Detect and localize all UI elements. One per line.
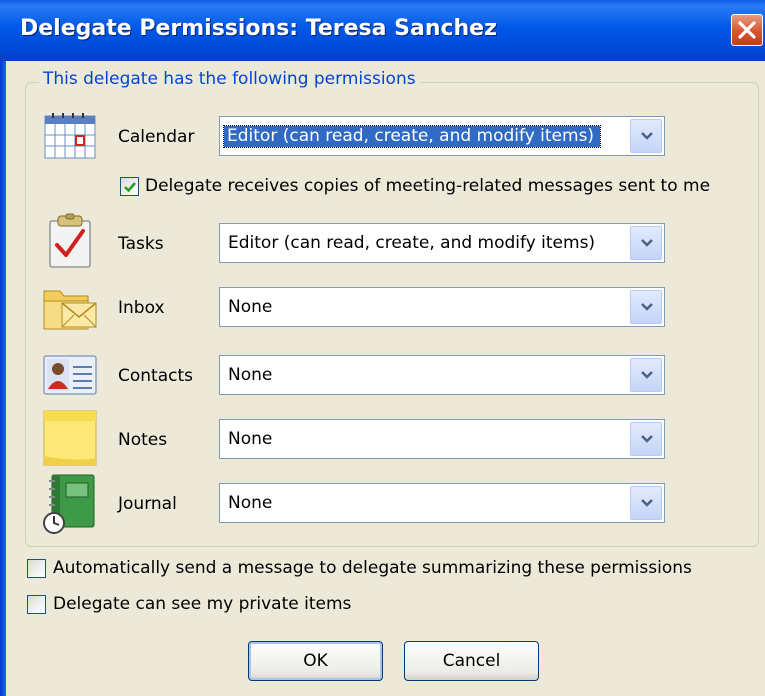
notes-dropdown-button[interactable] xyxy=(630,422,662,456)
private-items-checkbox[interactable] xyxy=(27,595,46,614)
chevron-down-icon xyxy=(641,239,653,247)
inbox-permission-select[interactable]: None xyxy=(219,287,665,327)
calendar-icon xyxy=(44,113,96,159)
meeting-copies-checkbox[interactable] xyxy=(120,177,139,196)
tasks-label: Tasks xyxy=(118,234,164,254)
inbox-dropdown-button[interactable] xyxy=(630,290,662,324)
contacts-icon xyxy=(43,355,97,395)
journal-permission-select[interactable]: None xyxy=(219,483,665,523)
inbox-permission-value: None xyxy=(228,297,273,317)
chevron-down-icon xyxy=(641,499,653,507)
chevron-down-icon xyxy=(641,435,653,443)
title-bar[interactable]: Delegate Permissions: Teresa Sanchez xyxy=(0,0,765,61)
close-icon xyxy=(738,21,756,39)
inbox-label: Inbox xyxy=(118,298,165,318)
journal-dropdown-button[interactable] xyxy=(630,486,662,520)
contacts-permission-value: None xyxy=(228,365,273,385)
contacts-label: Contacts xyxy=(118,366,193,386)
calendar-permission-select[interactable]: Editor (can read, create, and modify ite… xyxy=(219,116,665,156)
permissions-group-label: This delegate has the following permissi… xyxy=(39,69,420,89)
journal-label: Journal xyxy=(118,494,177,514)
calendar-label: Calendar xyxy=(118,127,195,147)
tasks-dropdown-button[interactable] xyxy=(630,226,662,260)
calendar-dropdown-button[interactable] xyxy=(630,119,662,153)
cancel-button[interactable]: Cancel xyxy=(404,641,539,681)
tasks-permission-select[interactable]: Editor (can read, create, and modify ite… xyxy=(219,223,665,263)
checkmark-icon xyxy=(124,182,136,193)
inbox-icon xyxy=(43,290,97,330)
auto-summary-label[interactable]: Automatically send a message to delegate… xyxy=(53,558,692,578)
notes-icon xyxy=(43,410,97,466)
journal-permission-value: None xyxy=(228,493,273,513)
meeting-copies-label[interactable]: Delegate receives copies of meeting-rela… xyxy=(145,176,710,196)
contacts-permission-select[interactable]: None xyxy=(219,355,665,395)
notes-permission-value: None xyxy=(228,429,273,449)
tasks-icon xyxy=(49,213,91,268)
chevron-down-icon xyxy=(641,371,653,379)
close-button[interactable] xyxy=(731,14,763,46)
notes-permission-select[interactable]: None xyxy=(219,419,665,459)
window-title: Delegate Permissions: Teresa Sanchez xyxy=(20,16,497,41)
window-frame-left xyxy=(0,61,6,696)
tasks-permission-value: Editor (can read, create, and modify ite… xyxy=(228,233,596,253)
private-items-label[interactable]: Delegate can see my private items xyxy=(53,594,351,614)
journal-icon xyxy=(43,474,95,534)
auto-summary-checkbox[interactable] xyxy=(27,559,46,578)
ok-button[interactable]: OK xyxy=(248,641,383,681)
delegate-permissions-dialog: Delegate Permissions: Teresa Sanchez Thi… xyxy=(0,0,765,696)
contacts-dropdown-button[interactable] xyxy=(630,358,662,392)
calendar-permission-value: Editor (can read, create, and modify ite… xyxy=(222,125,602,148)
chevron-down-icon xyxy=(641,132,653,140)
chevron-down-icon xyxy=(641,303,653,311)
notes-label: Notes xyxy=(118,430,168,450)
